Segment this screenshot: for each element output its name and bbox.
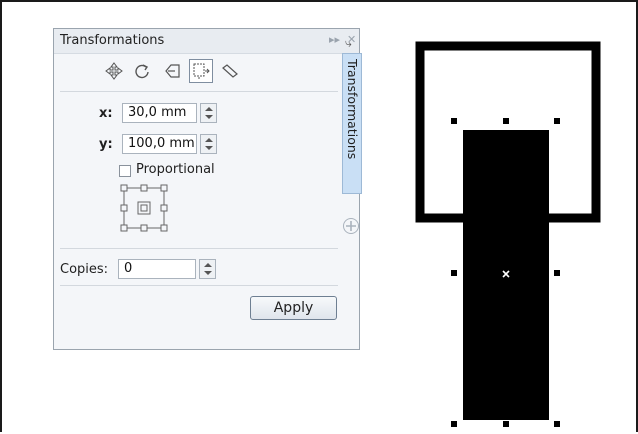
position-tool-button[interactable] — [102, 59, 126, 83]
size-tool-button[interactable] — [189, 59, 213, 83]
docker-titlebar: Transformations ▸▸ ✕ — [54, 29, 359, 54]
apply-button[interactable]: Apply — [250, 296, 337, 320]
side-tab-label: Transformations — [345, 59, 360, 160]
transform-tab-icon: ⤷ — [345, 36, 352, 50]
skew-icon — [222, 64, 238, 78]
add-docker-icon[interactable] — [342, 217, 360, 235]
copies-spinner[interactable] — [199, 259, 216, 279]
skew-tool-button[interactable] — [218, 59, 242, 83]
docker-title: Transformations — [60, 33, 165, 48]
divider — [60, 91, 338, 92]
rotate-icon — [135, 64, 149, 79]
transformations-docker: Transformations ▸▸ ✕ x: 30,0 mm y: 100,0… — [53, 28, 360, 350]
collapse-arrows-icon[interactable]: ▸▸ — [329, 33, 340, 46]
y-label: y: — [99, 137, 113, 152]
proportional-label: Proportional — [136, 162, 215, 177]
x-position-input[interactable]: 30,0 mm — [122, 103, 197, 123]
scale-tool-button[interactable] — [160, 59, 184, 83]
x-label: x: — [99, 106, 113, 121]
size-icon — [193, 63, 210, 79]
y-position-input[interactable]: 100,0 mm — [122, 134, 197, 154]
divider — [60, 248, 338, 249]
position-icon — [105, 62, 123, 80]
x-spinner[interactable] — [200, 103, 217, 123]
divider — [60, 285, 338, 286]
rotate-tool-button[interactable] — [130, 59, 154, 83]
copies-label: Copies: — [60, 262, 109, 277]
anchor-point-grid[interactable] — [119, 183, 175, 239]
scale-icon — [165, 64, 180, 78]
proportional-checkbox[interactable] — [119, 165, 131, 177]
y-spinner[interactable] — [200, 134, 217, 154]
copies-input[interactable]: 0 — [118, 259, 196, 279]
